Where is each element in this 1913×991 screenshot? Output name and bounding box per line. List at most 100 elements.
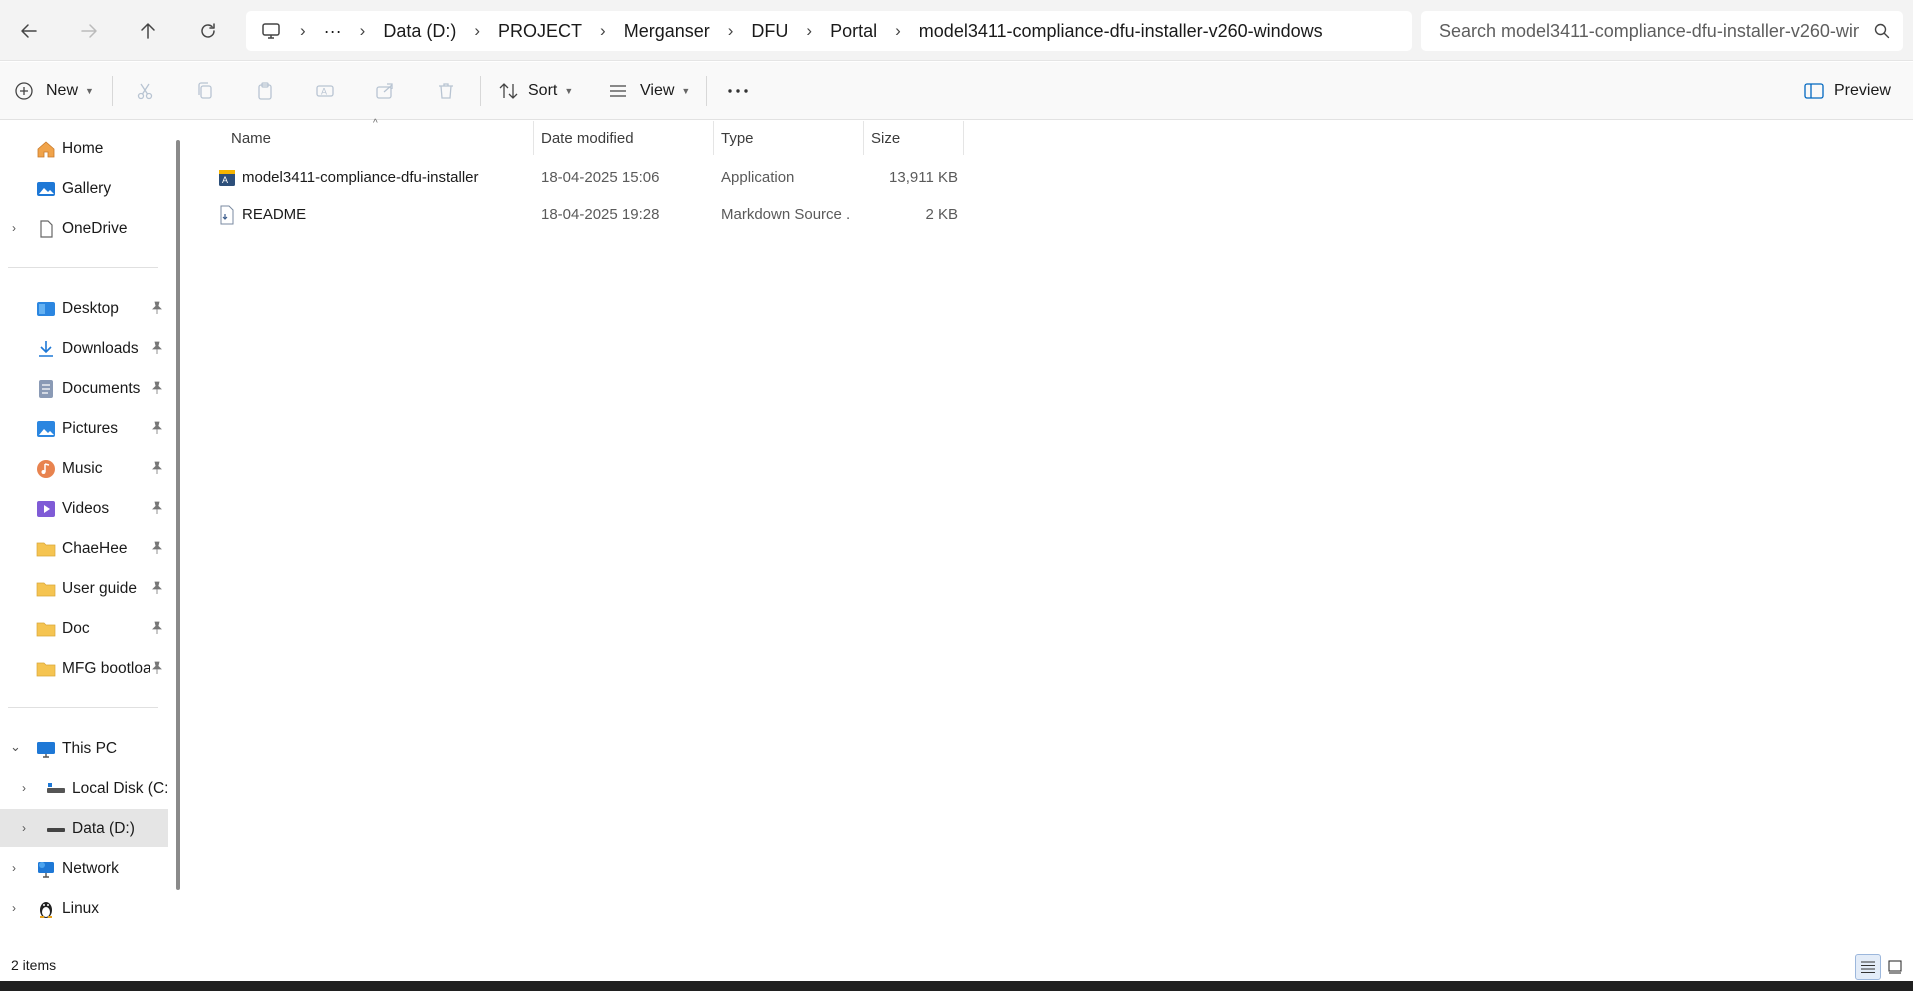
breadcrumb-chevron-icon[interactable]: ›	[797, 21, 821, 41]
breadcrumb-project[interactable]: PROJECT	[489, 21, 591, 42]
sidebar-item-label: Videos	[62, 500, 110, 517]
item-count: 2 items	[11, 957, 57, 973]
sort-icon	[499, 83, 518, 99]
tiles-view-icon	[1888, 960, 1902, 974]
up-button[interactable]	[128, 11, 168, 51]
sidebar-item-this-pc[interactable]: ⌄ This PC	[0, 729, 168, 767]
breadcrumb-data-drive[interactable]: Data (D:)	[374, 21, 465, 42]
preview-button[interactable]: Preview	[1804, 71, 1891, 111]
this-pc-icon[interactable]	[260, 20, 282, 42]
paste-button[interactable]	[255, 71, 275, 111]
file-size: 2 KB	[925, 206, 958, 223]
rename-button[interactable]: A	[315, 71, 335, 111]
svg-text:A: A	[222, 175, 228, 185]
pin-icon[interactable]	[150, 381, 164, 395]
column-header-type[interactable]: Type	[721, 121, 754, 155]
share-button[interactable]	[375, 71, 395, 111]
new-button[interactable]: New ▼	[14, 71, 94, 111]
expand-chevron-icon[interactable]: ›	[22, 821, 26, 835]
sidebar-item-linux[interactable]: › Linux	[0, 889, 168, 927]
sort-ascending-icon: ^	[373, 118, 378, 129]
sidebar-item-label: Downloads	[62, 340, 139, 357]
sidebar-item-documents[interactable]: Documents	[0, 369, 168, 407]
breadcrumb-merganser[interactable]: Merganser	[615, 21, 719, 42]
sidebar-item-onedrive[interactable]: › OneDrive	[0, 209, 168, 247]
forward-button[interactable]	[69, 11, 109, 51]
sidebar-item-doc[interactable]: Doc	[0, 609, 168, 647]
expand-chevron-icon[interactable]: ›	[12, 221, 16, 235]
command-bar: New ▼ A Sort ▼ View ▼ Preview	[0, 62, 1913, 120]
sidebar-item-mfg-bootloader[interactable]: MFG bootloa	[0, 649, 168, 687]
sidebar-item-desktop[interactable]: Desktop	[0, 289, 168, 327]
pin-icon[interactable]	[150, 621, 164, 635]
breadcrumb-portal[interactable]: Portal	[821, 21, 886, 42]
search-box[interactable]	[1421, 11, 1903, 51]
pin-icon[interactable]	[150, 661, 164, 675]
sidebar-item-downloads[interactable]: Downloads	[0, 329, 168, 367]
pin-icon[interactable]	[150, 541, 164, 555]
column-divider[interactable]	[533, 121, 534, 155]
pin-icon[interactable]	[150, 341, 164, 355]
column-divider[interactable]	[963, 121, 964, 155]
expand-chevron-icon[interactable]: ›	[22, 781, 26, 795]
column-header-name[interactable]: Name	[231, 121, 271, 155]
breadcrumb-overflow[interactable]: ···	[315, 21, 351, 42]
search-input[interactable]	[1439, 20, 1859, 42]
breadcrumb[interactable]: › ··· › Data (D:) › PROJECT › Merganser …	[246, 11, 1412, 51]
desktop-icon	[37, 302, 55, 316]
expand-chevron-icon[interactable]: ›	[12, 861, 16, 875]
search-icon[interactable]	[1873, 22, 1891, 40]
details-view-icon	[1861, 961, 1875, 974]
breadcrumb-chevron-icon[interactable]: ›	[719, 21, 743, 41]
refresh-button[interactable]	[188, 11, 228, 51]
view-button[interactable]: View ▼	[608, 71, 690, 111]
plus-circle-icon	[15, 82, 33, 100]
collapse-chevron-icon[interactable]: ⌄	[10, 739, 21, 755]
pin-icon[interactable]	[150, 301, 164, 315]
file-row[interactable]: A model3411-compliance-dfu-installer 18-…	[214, 161, 1154, 195]
file-row[interactable]: README 18-04-2025 19:28 Markdown Source …	[214, 198, 1154, 232]
toolbar-divider	[480, 76, 481, 106]
pin-icon[interactable]	[150, 461, 164, 475]
breadcrumb-chevron-icon[interactable]: ›	[465, 21, 489, 41]
sidebar-item-label: Desktop	[62, 300, 119, 317]
sidebar-item-home[interactable]: Home	[0, 129, 168, 167]
sidebar-item-data-d[interactable]: › Data (D:)	[0, 809, 168, 847]
column-header-date-modified[interactable]: Date modified	[541, 121, 634, 155]
column-divider[interactable]	[863, 121, 864, 155]
sidebar-item-user-guide[interactable]: User guide	[0, 569, 168, 607]
breadcrumb-chevron-icon[interactable]: ›	[591, 21, 615, 41]
breadcrumb-dfu[interactable]: DFU	[742, 21, 797, 42]
cut-button[interactable]	[135, 71, 155, 111]
data-drive-icon	[47, 828, 65, 832]
sidebar-item-local-disk-c[interactable]: › Local Disk (C:)	[0, 769, 168, 807]
column-divider[interactable]	[713, 121, 714, 155]
sidebar-item-label: Linux	[62, 900, 100, 917]
breadcrumb-current-folder[interactable]: model3411-compliance-dfu-installer-v260-…	[910, 21, 1332, 42]
details-view-button[interactable]	[1855, 954, 1881, 980]
sidebar-item-network[interactable]: › Network	[0, 849, 168, 887]
pin-icon[interactable]	[150, 501, 164, 515]
pin-icon[interactable]	[150, 421, 164, 435]
copy-button[interactable]	[195, 71, 215, 111]
pin-icon[interactable]	[150, 581, 164, 595]
breadcrumb-chevron-icon[interactable]: ›	[291, 21, 315, 41]
tiles-view-button[interactable]	[1882, 954, 1908, 980]
sort-button[interactable]: Sort ▼	[498, 71, 573, 111]
sidebar-item-pictures[interactable]: Pictures	[0, 409, 168, 447]
more-options-button[interactable]	[726, 71, 750, 111]
sidebar-item-gallery[interactable]: Gallery	[0, 169, 168, 207]
sidebar-item-chaehee[interactable]: ChaeHee	[0, 529, 168, 567]
column-header-size[interactable]: Size	[871, 121, 900, 155]
breadcrumb-chevron-icon[interactable]: ›	[351, 21, 375, 41]
sidebar-item-music[interactable]: Music	[0, 449, 168, 487]
delete-button[interactable]	[436, 71, 456, 111]
gallery-icon	[37, 182, 55, 196]
toolbar-divider	[112, 76, 113, 106]
back-arrow-icon	[21, 24, 37, 38]
expand-chevron-icon[interactable]: ›	[12, 901, 16, 915]
breadcrumb-chevron-icon[interactable]: ›	[886, 21, 910, 41]
sidebar-item-videos[interactable]: Videos	[0, 489, 168, 527]
back-button[interactable]	[9, 11, 49, 51]
sidebar-scrollbar[interactable]	[176, 140, 180, 890]
